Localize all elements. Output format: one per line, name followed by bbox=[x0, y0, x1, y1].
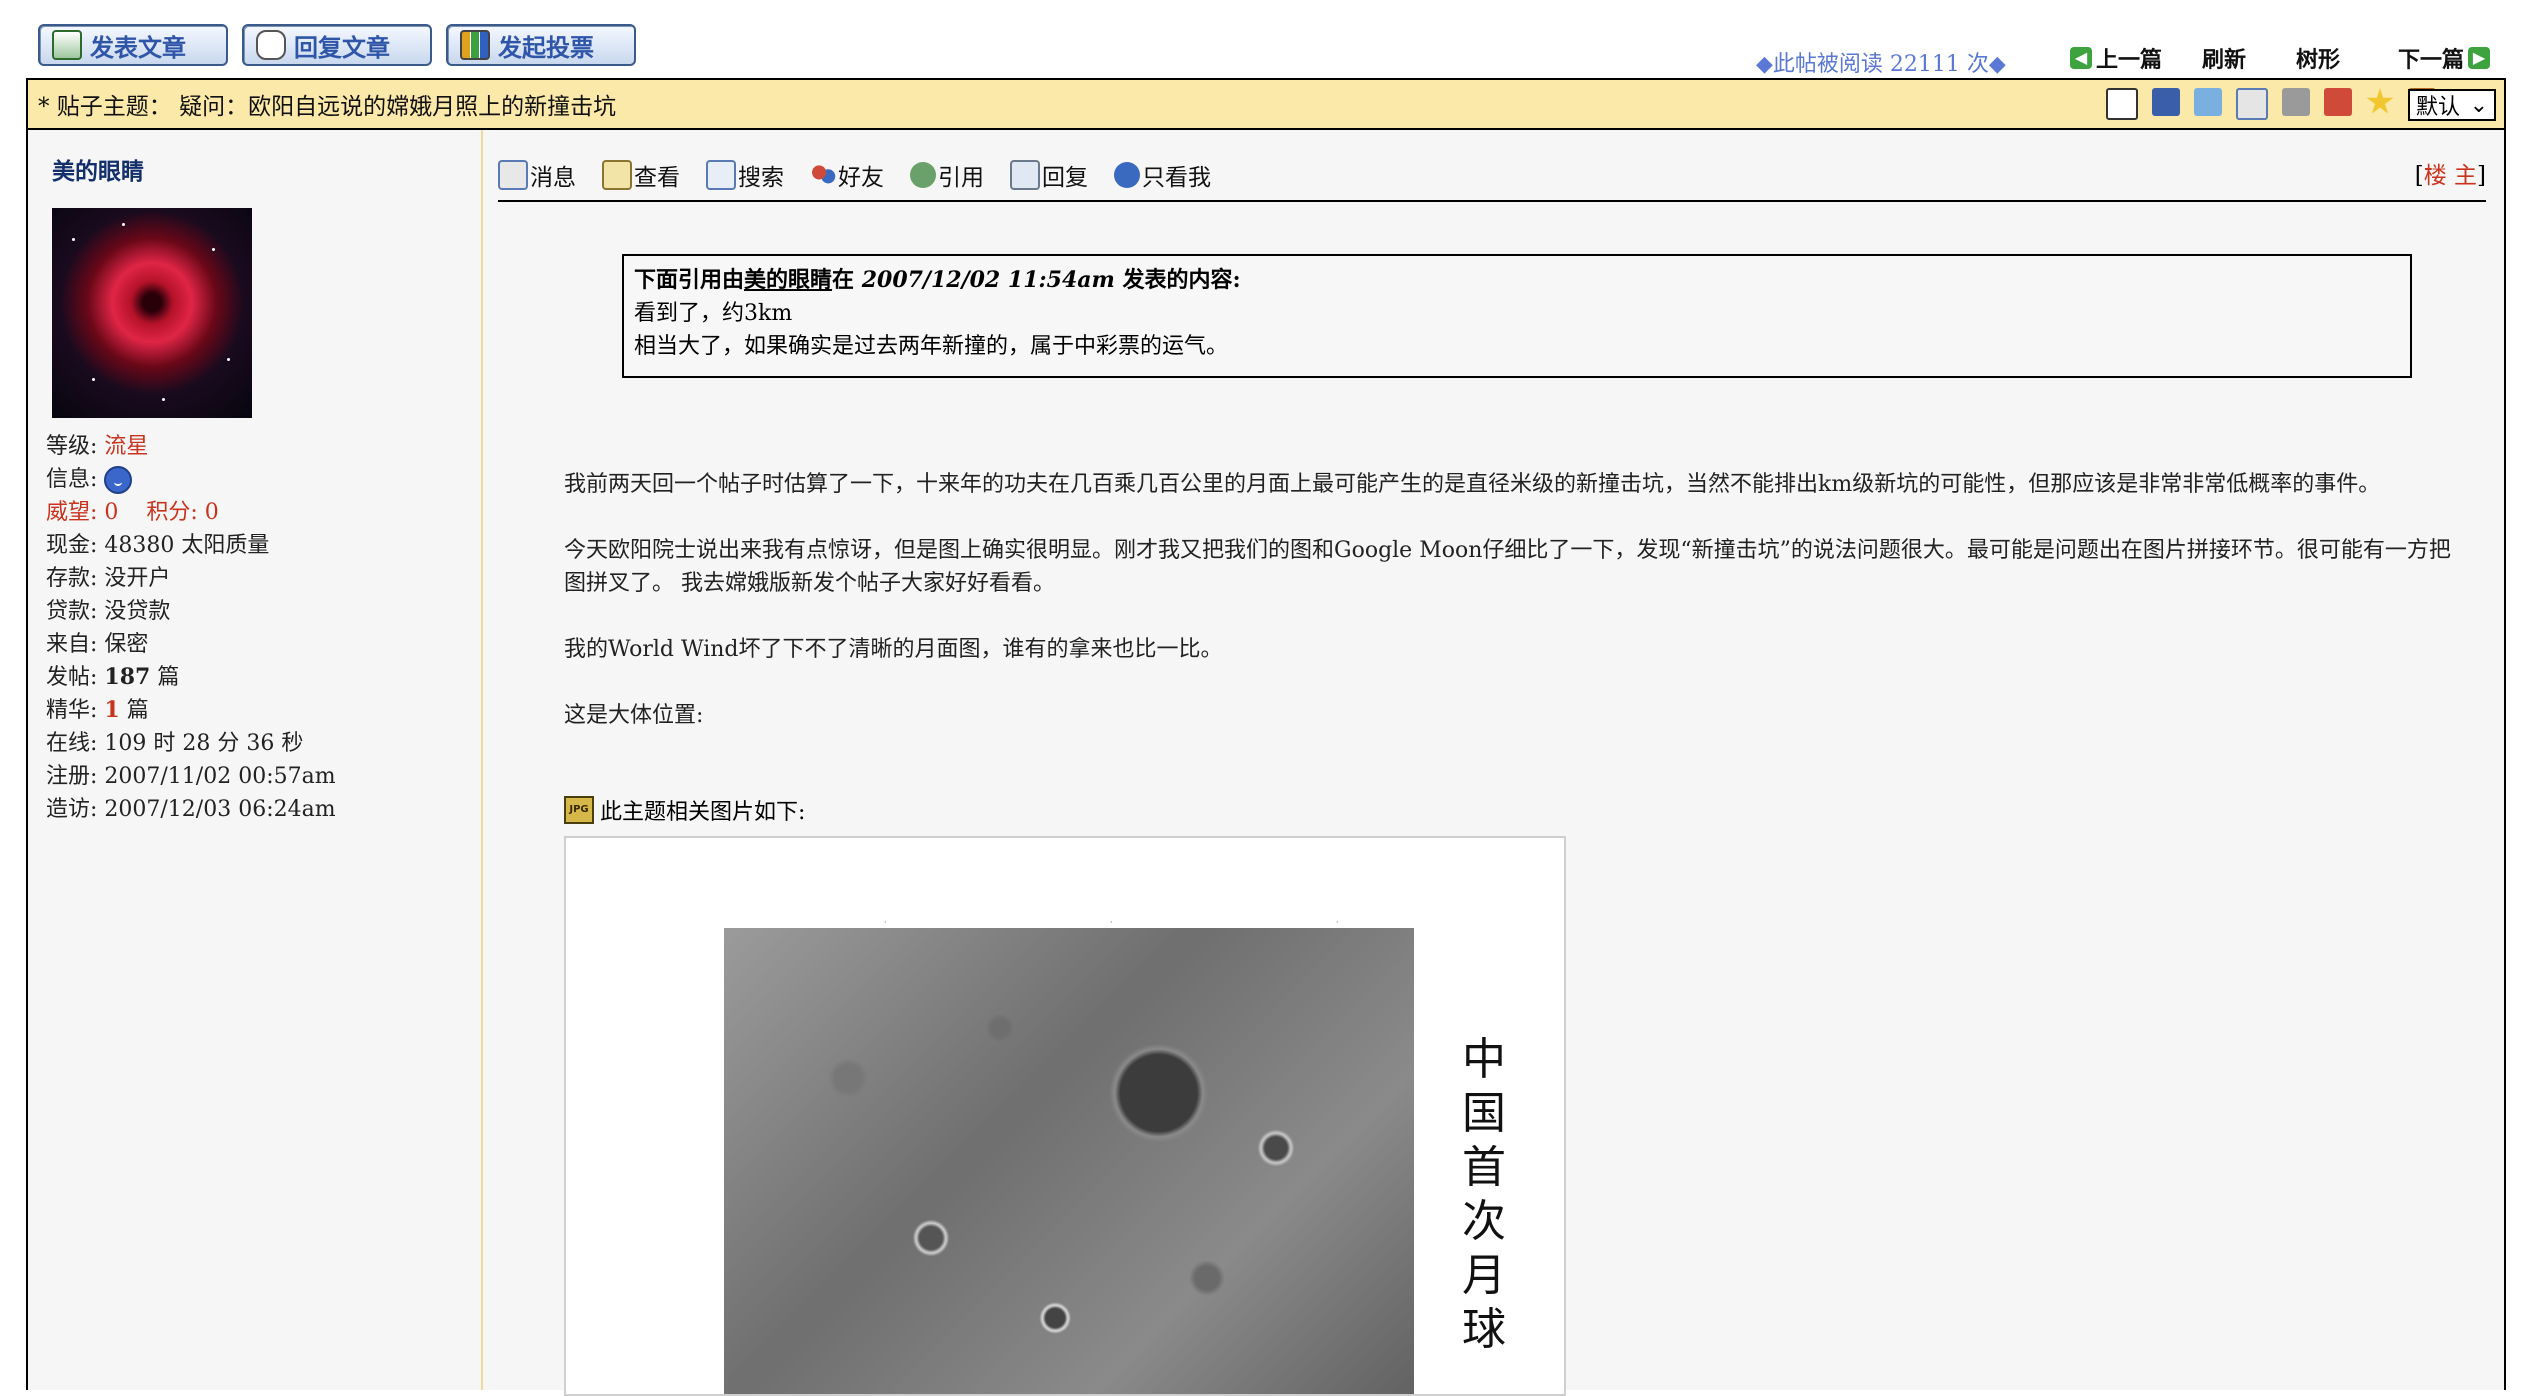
action-only-author[interactable]: 只看我 bbox=[1114, 158, 1211, 192]
profile-icon bbox=[602, 160, 632, 190]
prev-topic-link[interactable]: ◀ 上一篇 bbox=[2070, 42, 2162, 74]
action-view[interactable]: 查看 bbox=[602, 158, 680, 192]
new-post-label: 发表文章 bbox=[90, 33, 186, 62]
post-floor-1: 美的眼睛 等级: 流星 信息: 威望: 0 积分: 0 现金: 48380 太阳… bbox=[26, 130, 2506, 1396]
body-paragraph: 我的World Wind坏了下不了清晰的月面图，谁有的拿来也比一比。 bbox=[564, 637, 1223, 662]
author-name[interactable]: 美的眼睛 bbox=[52, 152, 144, 186]
message-icon bbox=[498, 160, 528, 190]
arrow-left-icon: ◀ bbox=[2070, 47, 2092, 69]
info-icon bbox=[1114, 162, 1140, 188]
prev-topic-label: 上一篇 bbox=[2096, 48, 2163, 73]
new-post-button[interactable]: 发表文章 bbox=[38, 24, 228, 66]
user-cash: 现金: 48380 太阳质量 bbox=[46, 533, 270, 558]
user-elite-count: 1 bbox=[104, 697, 120, 723]
next-topic-label: 下一篇 bbox=[2398, 48, 2465, 73]
topic-tools bbox=[2106, 88, 2436, 120]
quote-line-2: 相当大了，如果确实是过去两年新撞的，属于中彩票的运气。 bbox=[634, 334, 1229, 359]
topic-title: * 贴子主题： 疑问：欧阳自远说的嫦娥月照上的新撞击坑 bbox=[38, 94, 617, 120]
topic-title-bar: * 贴子主题： 疑问：欧阳自远说的嫦娥月照上的新撞击坑 默认 ⌄ bbox=[26, 78, 2506, 130]
start-vote-label: 发起投票 bbox=[498, 33, 594, 62]
user-prestige: 威望: 0 bbox=[46, 500, 119, 525]
report-icon[interactable] bbox=[2324, 88, 2352, 116]
star-icon[interactable] bbox=[2366, 88, 2394, 114]
post-body: 我前两天回一个帖子时估算了一下，十来年的功夫在几百乘几百公里的月面上最可能产生的… bbox=[564, 468, 2454, 765]
attachment-header: JPG 此主题相关图片如下: bbox=[564, 794, 805, 826]
action-reply[interactable]: 回复 bbox=[1010, 158, 1088, 192]
quote-line-1: 看到了，约3km bbox=[634, 301, 793, 326]
action-message[interactable]: 消息 bbox=[498, 158, 576, 192]
user-registered: 注册: 2007/11/02 00:57am bbox=[46, 764, 336, 789]
new-post-icon bbox=[52, 30, 82, 60]
print-icon[interactable] bbox=[2282, 88, 2310, 116]
reply-post-button[interactable]: 回复文章 bbox=[242, 24, 432, 66]
user-info: 等级: 流星 信息: 威望: 0 积分: 0 现金: 48380 太阳质量 存款… bbox=[46, 430, 336, 826]
search-icon bbox=[706, 160, 736, 190]
theme-select[interactable]: 默认 ⌄ bbox=[2408, 89, 2496, 121]
user-last-visit: 造访: 2007/12/03 06:24am bbox=[46, 797, 336, 822]
post-content: 消息 查看 搜索 好友 引用 回复 只看我 [楼 主] 下面引用由美的眼睛在 2… bbox=[498, 130, 2504, 1396]
quote-header: 下面引用由美的眼睛在 2007/12/02 11:54am 发表的内容: bbox=[634, 267, 1241, 293]
user-online-time: 在线: 109 时 28 分 36 秒 bbox=[46, 731, 304, 756]
reply-post-label: 回复文章 bbox=[294, 33, 390, 62]
jpg-file-icon: JPG bbox=[564, 796, 594, 824]
floor-owner: 楼 主 bbox=[2423, 163, 2478, 189]
body-paragraph: 这是大体位置: bbox=[564, 703, 704, 728]
body-paragraph: 我前两天回一个帖子时估算了一下，十来年的功夫在几百乘几百公里的月面上最可能产生的… bbox=[564, 472, 2381, 497]
vote-chart-icon bbox=[460, 30, 490, 60]
theme-select-value: 默认 bbox=[2416, 95, 2461, 120]
user-post-count: 187 bbox=[104, 664, 151, 690]
action-friend[interactable]: 好友 bbox=[810, 158, 884, 192]
attached-moon-image[interactable]: · · · 中国首次月球 bbox=[564, 836, 1566, 1396]
arrow-right-icon: ▶ bbox=[2468, 47, 2491, 69]
read-count: ◆此帖被阅读 22111 次◆ bbox=[1756, 52, 2006, 77]
chevron-down-icon: ⌄ bbox=[2469, 92, 2488, 118]
moon-surface-image bbox=[724, 928, 1414, 1394]
quote-icon bbox=[910, 162, 936, 188]
friends-icon bbox=[810, 162, 836, 188]
reply-icon bbox=[1010, 160, 1040, 190]
start-vote-button[interactable]: 发起投票 bbox=[446, 24, 636, 66]
refresh-link[interactable]: 刷新 bbox=[2202, 42, 2246, 74]
quote-time: 2007/12/02 11:54am bbox=[861, 267, 1115, 293]
quote-author-link[interactable]: 美的眼睛 bbox=[744, 267, 832, 293]
message-icon[interactable] bbox=[104, 466, 133, 494]
user-loan: 贷款: 没贷款 bbox=[46, 599, 171, 624]
quote-box: 下面引用由美的眼睛在 2007/12/02 11:54am 发表的内容: 看到了… bbox=[622, 254, 2412, 378]
post-action-bar: 消息 查看 搜索 好友 引用 回复 只看我 [楼 主] bbox=[498, 150, 2486, 202]
tree-view-label: 树形 bbox=[2296, 48, 2341, 73]
subscribe-icon[interactable] bbox=[2194, 88, 2222, 116]
action-quote[interactable]: 引用 bbox=[910, 158, 984, 192]
image-caption: 中国首次月球 bbox=[1462, 1034, 1506, 1355]
body-paragraph: 今天欧阳院士说出来我有点惊讶，但是图上确实很明显。刚才我又把我们的图和Googl… bbox=[564, 538, 2451, 596]
refresh-label: 刷新 bbox=[2202, 48, 2247, 73]
next-topic-link[interactable]: 下一篇 ▶ bbox=[2398, 42, 2491, 74]
avatar bbox=[52, 208, 252, 418]
user-level: 流星 bbox=[104, 434, 149, 459]
action-search[interactable]: 搜索 bbox=[706, 158, 784, 192]
reply-icon bbox=[256, 30, 286, 60]
floor-label: [楼 主] bbox=[2414, 163, 2486, 189]
user-from: 来自: 保密 bbox=[46, 632, 149, 657]
user-sidebar: 美的眼睛 等级: 流星 信息: 威望: 0 积分: 0 现金: 48380 太阳… bbox=[28, 130, 483, 1390]
save-icon[interactable] bbox=[2152, 88, 2180, 116]
user-deposit: 存款: 没开户 bbox=[46, 566, 171, 591]
email-topic-icon[interactable] bbox=[2106, 88, 2138, 120]
attachment-label: 此主题相关图片如下: bbox=[600, 800, 806, 825]
bookmark-icon[interactable] bbox=[2236, 88, 2268, 120]
tree-view-link[interactable]: 树形 bbox=[2296, 42, 2340, 74]
user-points: 积分: 0 bbox=[146, 500, 219, 525]
